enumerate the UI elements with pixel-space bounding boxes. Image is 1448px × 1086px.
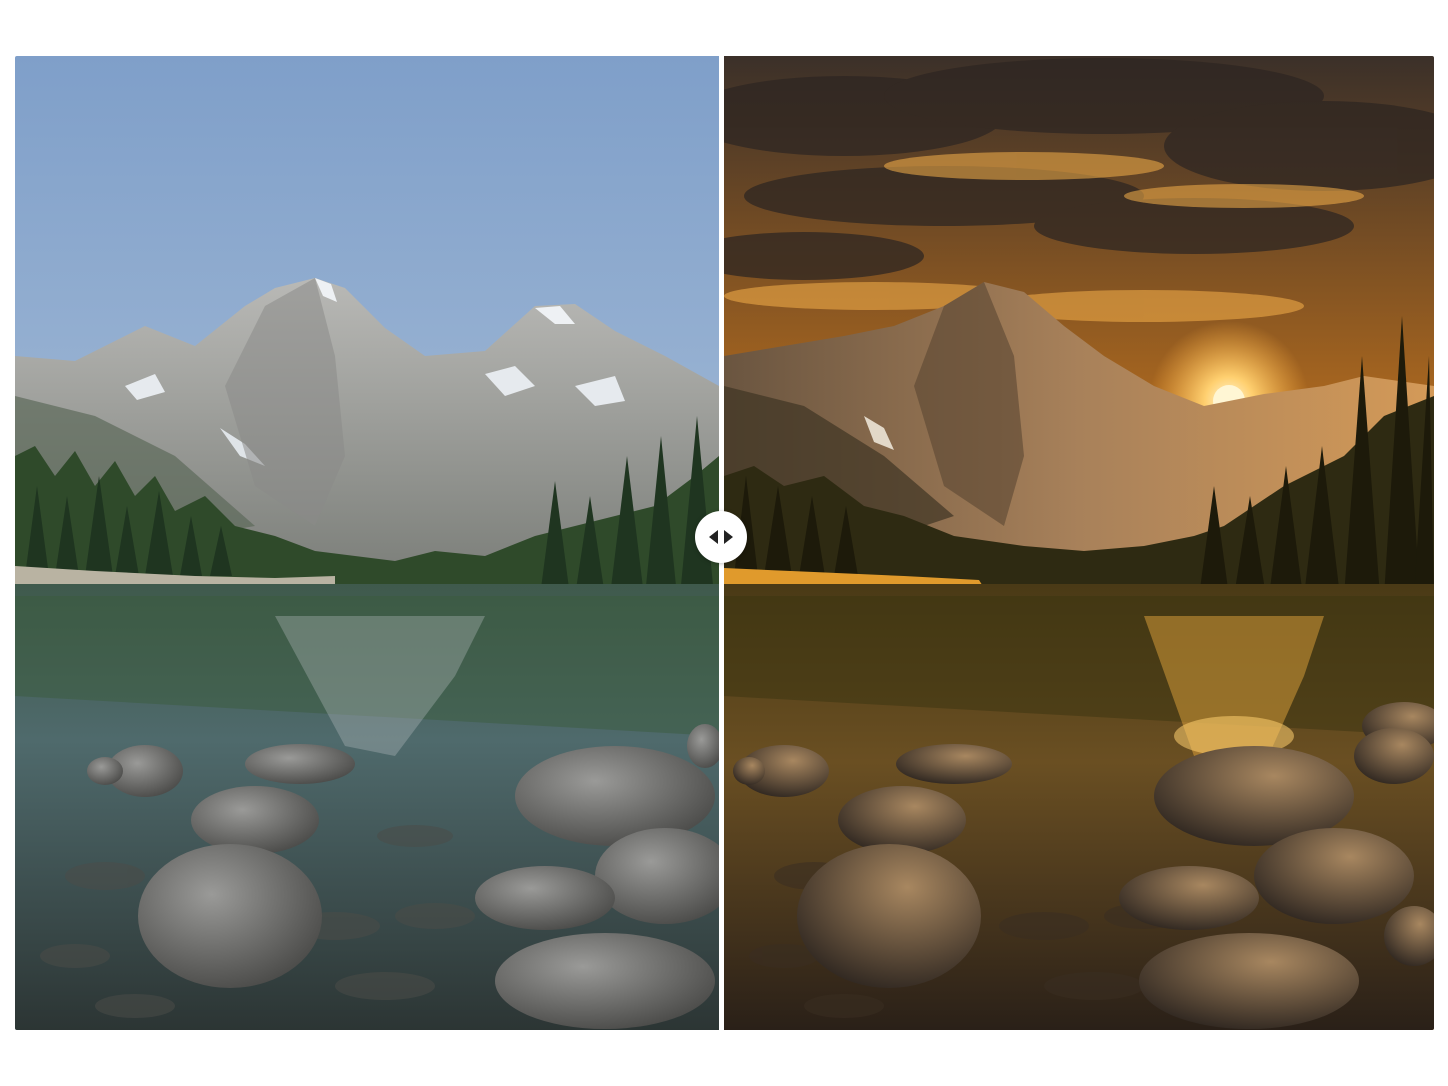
image-comparison-viewer (0, 0, 1448, 1086)
after-image (724, 56, 1434, 1030)
sunset-landscape-illustration (724, 56, 1434, 1030)
left-right-arrows-icon (709, 530, 733, 544)
daylight-landscape-illustration (15, 56, 719, 1030)
comparison-slider-handle[interactable] (695, 511, 747, 563)
before-image (15, 56, 719, 1030)
